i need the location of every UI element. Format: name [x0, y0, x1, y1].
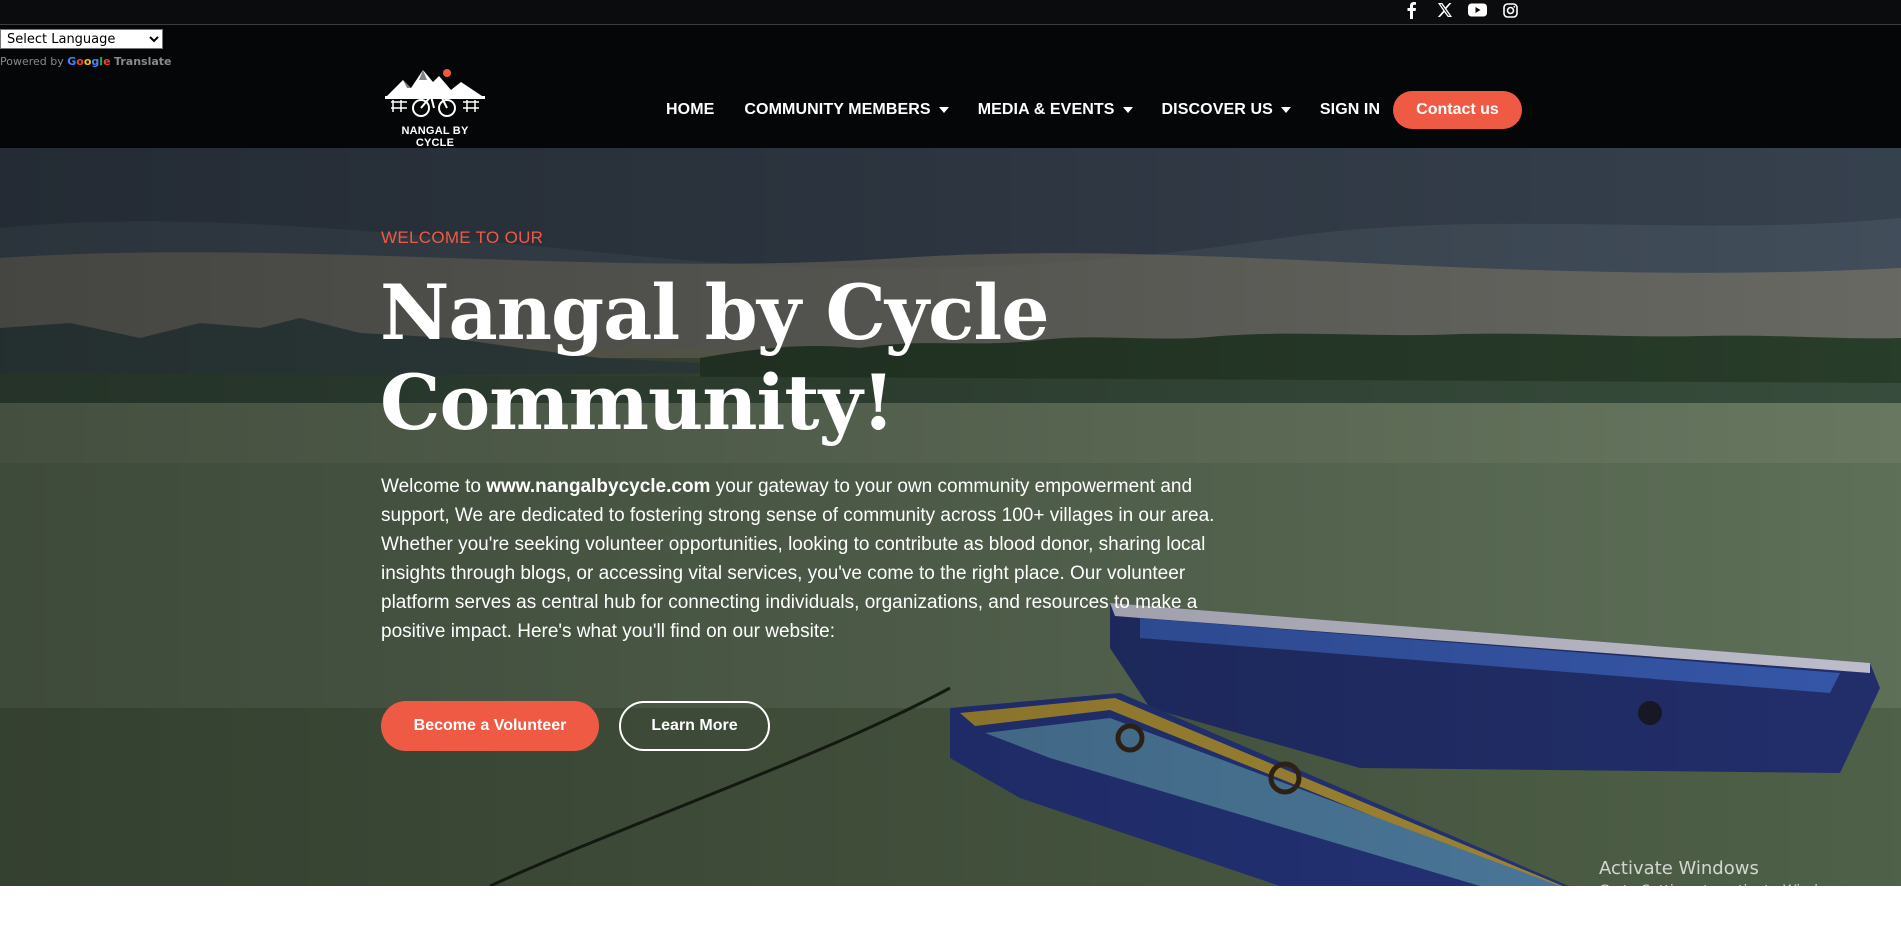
- x-twitter-icon[interactable]: [1435, 1, 1454, 20]
- hero-intro: Welcome to www.nangalbycycle.com your ga…: [381, 472, 1241, 646]
- nav-community-members[interactable]: COMMUNITY MEMBERS: [744, 101, 949, 119]
- google-logo: Google: [67, 55, 111, 68]
- intro-prefix: Welcome to: [381, 476, 487, 497]
- intro-site-link: www.nangalbycycle.com: [486, 476, 711, 497]
- hero-title-line1: Nangal by Cycle: [380, 268, 1050, 357]
- logo-text: NANGAL BY CYCLE: [401, 125, 469, 149]
- language-widget: Select Language: [0, 29, 163, 49]
- hero-title-line2: Community!: [380, 358, 895, 447]
- nav-home[interactable]: HOME: [666, 101, 714, 119]
- become-volunteer-button[interactable]: Become a Volunteer: [381, 701, 599, 751]
- chevron-down-icon: [938, 107, 949, 113]
- chevron-down-icon: [1122, 107, 1133, 113]
- nav-signin-label: SIGN IN: [1319, 101, 1381, 118]
- nav-community-label: COMMUNITY MEMBERS: [744, 101, 931, 118]
- nav-sign-in[interactable]: SIGN IN: [1320, 101, 1380, 119]
- chevron-down-icon: [1280, 107, 1291, 113]
- hero-title: Nangal by Cycle Community!: [380, 268, 1080, 448]
- youtube-icon[interactable]: [1468, 1, 1487, 20]
- contact-us-button[interactable]: Contact us: [1393, 91, 1522, 129]
- learn-more-button[interactable]: Learn More: [619, 701, 770, 751]
- activate-windows-subtitle: Go to Settings to activate Windows.: [1599, 883, 1850, 899]
- nav-home-label: HOME: [666, 101, 715, 118]
- translate-link[interactable]: Translate: [114, 55, 171, 68]
- activate-windows-title: Activate Windows: [1599, 858, 1759, 879]
- language-select[interactable]: Select Language: [0, 29, 163, 49]
- powered-by-label: Powered by: [0, 55, 64, 68]
- top-utility-bar: [0, 0, 1901, 25]
- facebook-icon[interactable]: [1402, 1, 1421, 20]
- nav-discover-us[interactable]: DISCOVER US: [1162, 101, 1291, 119]
- social-links: [1402, 0, 1520, 20]
- instagram-icon[interactable]: [1501, 1, 1520, 20]
- nav-discover-label: DISCOVER US: [1161, 101, 1273, 118]
- nav-media-label: MEDIA & EVENTS: [977, 101, 1115, 118]
- hero-eyebrow: WELCOME TO OUR: [381, 228, 544, 247]
- powered-by-google-translate: Powered by Google Translate: [0, 55, 171, 68]
- main-nav: HOME COMMUNITY MEMBERS MEDIA & EVENTS DI…: [666, 90, 1380, 130]
- windows-activation-watermark: Activate Windows Go to Settings to activ…: [1599, 858, 1850, 899]
- nav-media-events[interactable]: MEDIA & EVENTS: [978, 101, 1133, 119]
- intro-rest: your gateway to your own community empow…: [381, 476, 1215, 642]
